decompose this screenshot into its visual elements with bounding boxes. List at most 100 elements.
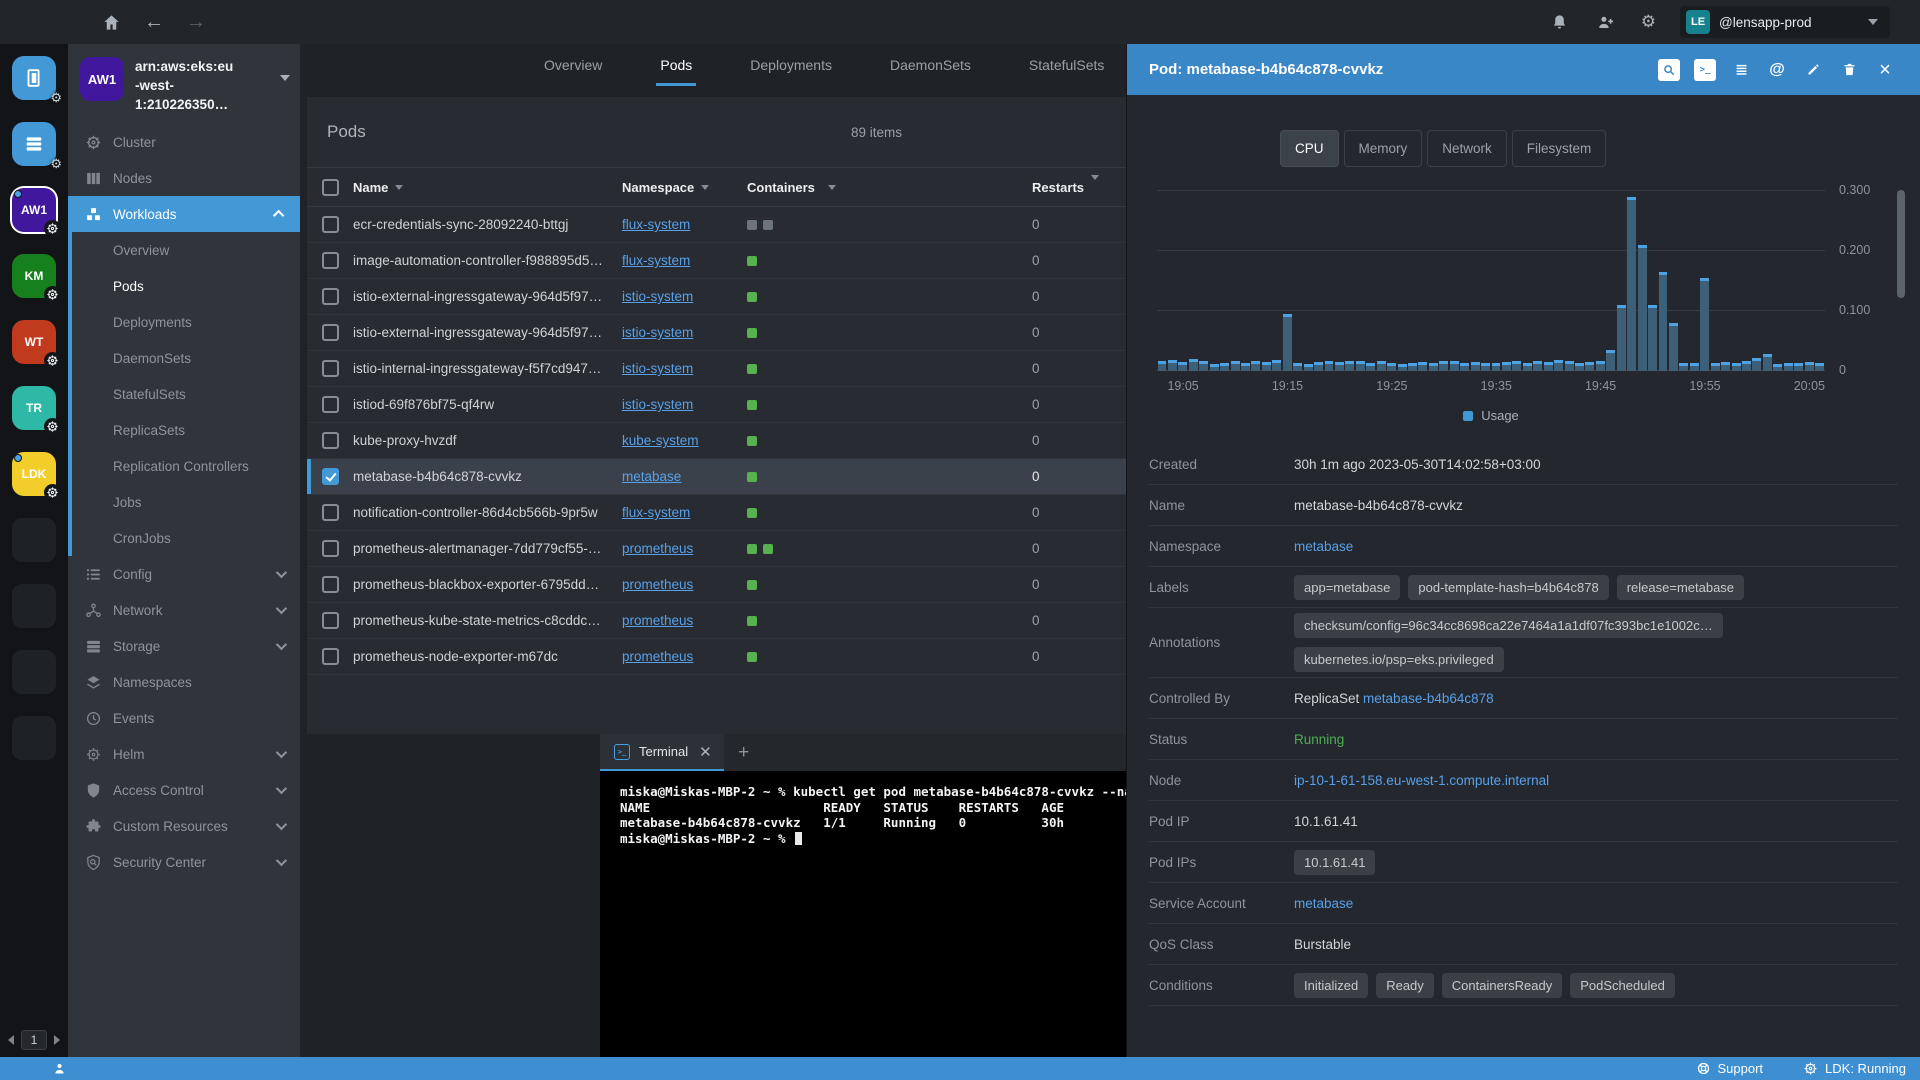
sidebar-item-workloads[interactable]: Workloads bbox=[68, 196, 300, 232]
usage-bar[interactable] bbox=[1648, 305, 1657, 371]
row-checkbox[interactable] bbox=[321, 576, 339, 593]
sidebar-subitem-overview[interactable]: Overview bbox=[68, 232, 300, 268]
close-terminal-icon[interactable]: ✕ bbox=[699, 743, 712, 761]
usage-bar[interactable] bbox=[1366, 362, 1376, 371]
shell-icon[interactable]: >_ bbox=[1694, 58, 1716, 81]
sidebar-item-access-control[interactable]: Access Control bbox=[68, 772, 300, 808]
usage-bar[interactable] bbox=[1230, 361, 1240, 371]
namespace-link[interactable]: istio-system bbox=[622, 289, 693, 304]
usage-bar[interactable] bbox=[1700, 278, 1710, 371]
usage-bar[interactable] bbox=[1303, 364, 1313, 371]
namespace-link[interactable]: istio-system bbox=[622, 361, 693, 376]
tab-daemonsets[interactable]: DaemonSets bbox=[886, 46, 975, 86]
table-row-metabase-b4b64c878-cvvkz[interactable]: metabase-b4b64c878-cvvkz metabase 0 bbox=[307, 459, 1127, 495]
usage-bar[interactable] bbox=[1794, 363, 1804, 371]
table-row-istio-internal-ingressgateway-f5f7cd947[interactable]: istio-internal-ingressgateway-f5f7cd947…… bbox=[307, 351, 1127, 387]
table-row-ecr-credentials-sync-28092240-bttgj[interactable]: ecr-credentials-sync-28092240-bttgj flux-… bbox=[307, 207, 1127, 243]
notifications-bell-icon[interactable] bbox=[1549, 11, 1571, 33]
usage-bar[interactable] bbox=[1721, 362, 1731, 371]
detail-link[interactable]: metabase bbox=[1294, 539, 1353, 554]
metric-tab-cpu[interactable]: CPU bbox=[1280, 130, 1339, 167]
metric-tab-network[interactable]: Network bbox=[1427, 130, 1507, 167]
usage-bar[interactable] bbox=[1408, 362, 1417, 371]
usage-bar[interactable] bbox=[1501, 362, 1511, 371]
usage-bar[interactable] bbox=[1689, 362, 1699, 371]
invite-user-icon[interactable] bbox=[1595, 11, 1617, 33]
usage-bar[interactable] bbox=[1397, 363, 1407, 371]
sidebar-subitem-replicasets[interactable]: ReplicaSets bbox=[68, 412, 300, 448]
table-row-istiod-69f876bf75-qf4rw[interactable]: istiod-69f876bf75-qf4rw istio-system 0 bbox=[307, 387, 1127, 423]
row-checkbox[interactable] bbox=[321, 216, 339, 233]
usage-bar[interactable] bbox=[1668, 323, 1678, 371]
select-all-checkbox[interactable] bbox=[321, 178, 339, 196]
usage-bar[interactable] bbox=[1481, 363, 1490, 371]
user-icon[interactable] bbox=[52, 1061, 67, 1076]
table-row-kube-proxy-hvzdf[interactable]: kube-proxy-hvzdf kube-system 0 bbox=[307, 423, 1127, 459]
usage-bar[interactable] bbox=[1178, 362, 1188, 371]
usage-bar[interactable] bbox=[1575, 362, 1584, 371]
usage-bar[interactable] bbox=[1804, 362, 1814, 371]
sidebar-item-events[interactable]: Events bbox=[68, 700, 300, 736]
usage-bar[interactable] bbox=[1387, 363, 1397, 371]
usage-bar[interactable] bbox=[1334, 362, 1344, 371]
usage-bar[interactable] bbox=[1449, 360, 1459, 371]
usage-bar[interactable] bbox=[1710, 362, 1720, 371]
namespace-link[interactable]: flux-system bbox=[622, 217, 690, 232]
sidebar-subitem-deployments[interactable]: Deployments bbox=[68, 304, 300, 340]
page-next-icon[interactable] bbox=[54, 1035, 61, 1045]
usage-bar[interactable] bbox=[1543, 362, 1553, 371]
cluster-icon-tr[interactable]: TR bbox=[12, 386, 61, 435]
sidebar-item-namespaces[interactable]: Namespaces bbox=[68, 664, 300, 700]
namespace-link[interactable]: prometheus bbox=[622, 541, 693, 556]
sidebar-subitem-daemonsets[interactable]: DaemonSets bbox=[68, 340, 300, 376]
new-terminal-button[interactable]: + bbox=[724, 734, 764, 771]
table-row-prometheus-kube-state-metrics-c8cddc[interactable]: prometheus-kube-state-metrics-c8cddc… pro… bbox=[307, 603, 1127, 639]
usage-bar[interactable] bbox=[1209, 363, 1219, 371]
namespace-link[interactable]: metabase bbox=[622, 469, 681, 484]
usage-bar[interactable] bbox=[1376, 361, 1386, 371]
usage-bar[interactable] bbox=[1188, 359, 1198, 371]
table-row-prometheus-alertmanager-7dd779cf55[interactable]: prometheus-alertmanager-7dd779cf55-… prom… bbox=[307, 531, 1127, 567]
column-header-restarts[interactable]: Restarts bbox=[1032, 174, 1127, 195]
cluster-icon-aw1[interactable]: AW1 bbox=[12, 188, 61, 237]
table-row-image-automation-controller-f988895d5[interactable]: image-automation-controller-f988895d5… fl… bbox=[307, 243, 1127, 279]
row-checkbox[interactable] bbox=[321, 396, 339, 413]
row-checkbox[interactable] bbox=[321, 612, 339, 629]
sidebar-item-config[interactable]: Config bbox=[68, 556, 300, 592]
usage-bar[interactable] bbox=[1460, 362, 1470, 371]
delete-icon[interactable] bbox=[1838, 59, 1860, 81]
namespace-link[interactable]: istio-system bbox=[622, 397, 693, 412]
table-row-istio-external-ingressgateway-964d5f97[interactable]: istio-external-ingressgateway-964d5f97… i… bbox=[307, 315, 1127, 351]
sidebar-subitem-pods[interactable]: Pods bbox=[68, 268, 300, 304]
sidebar-subitem-statefulsets[interactable]: StatefulSets bbox=[68, 376, 300, 412]
usage-bar[interactable] bbox=[1585, 362, 1595, 371]
namespace-link[interactable]: istio-system bbox=[622, 325, 693, 340]
usage-bar[interactable] bbox=[1428, 363, 1438, 371]
namespace-link[interactable]: prometheus bbox=[622, 613, 693, 628]
usage-bar[interactable] bbox=[1282, 314, 1292, 371]
tab-overview[interactable]: Overview bbox=[540, 46, 606, 86]
namespace-link[interactable]: kube-system bbox=[622, 433, 699, 448]
usage-bar[interactable] bbox=[1595, 360, 1605, 371]
settings-gear-icon[interactable]: ⚙ bbox=[1641, 12, 1656, 32]
forward-icon[interactable]: → bbox=[186, 12, 206, 32]
usage-bar[interactable] bbox=[1616, 305, 1626, 371]
row-checkbox[interactable] bbox=[321, 504, 339, 521]
usage-bar[interactable] bbox=[1418, 362, 1428, 371]
sidebar-subitem-jobs[interactable]: Jobs bbox=[68, 484, 300, 520]
sidebar-item-storage[interactable]: Storage bbox=[68, 628, 300, 664]
usage-bar[interactable] bbox=[1752, 358, 1762, 371]
usage-bar[interactable] bbox=[1272, 359, 1282, 371]
usage-bar[interactable] bbox=[1470, 362, 1480, 371]
usage-bar[interactable] bbox=[1679, 363, 1689, 371]
row-checkbox[interactable] bbox=[321, 432, 339, 449]
tab-deployments[interactable]: Deployments bbox=[746, 46, 836, 86]
usage-bar[interactable] bbox=[1742, 361, 1751, 371]
sidebar-item-cluster[interactable]: Cluster bbox=[68, 124, 300, 160]
account-switcher[interactable]: LE @lensapp-prod bbox=[1680, 6, 1890, 38]
sidebar-item-custom-resources[interactable]: Custom Resources bbox=[68, 808, 300, 844]
usage-bar[interactable] bbox=[1241, 362, 1250, 371]
usage-bar[interactable] bbox=[1345, 361, 1355, 371]
table-row-prometheus-node-exporter-m67dc[interactable]: prometheus-node-exporter-m67dc prometheus… bbox=[307, 639, 1127, 675]
usage-bar[interactable] bbox=[1314, 362, 1323, 371]
